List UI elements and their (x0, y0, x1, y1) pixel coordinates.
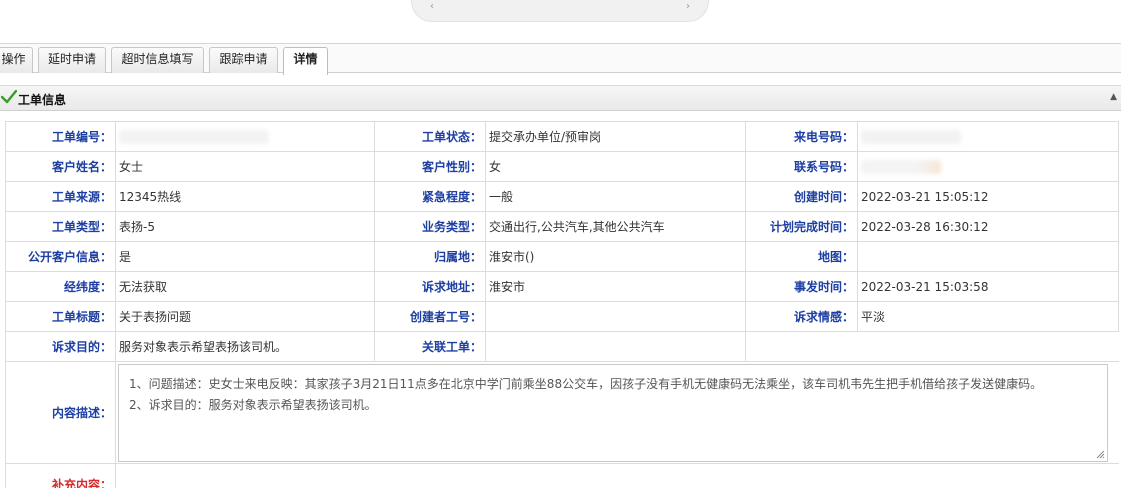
supplement-cell[interactable] (115, 463, 1119, 488)
customer-name-label: 客户姓名： (5, 151, 116, 182)
order-no-value (115, 121, 375, 152)
appeal-address-label: 诉求地址： (374, 271, 486, 302)
creator-id-label: 创建者工号： (374, 301, 486, 332)
content-label: 内容描述： (5, 361, 116, 464)
pill-left-icon: ‹ (430, 1, 434, 12)
content-cell: 1、问题描述：史女士来电反映：其家孩子3月21日11点多在北京中学门前乘坐88公… (115, 361, 1119, 464)
order-type-value: 表扬-5 (115, 211, 375, 242)
urgency-label: 紧急程度： (374, 181, 486, 212)
check-icon (0, 89, 18, 107)
content-line-2: 2、诉求目的：服务对象表示希望表扬该司机。 (129, 398, 377, 412)
created-at-value: 2022-03-21 15:05:12 (857, 181, 1119, 212)
tab-operate[interactable]: 操作 (0, 47, 33, 73)
redacted-value (861, 129, 961, 144)
tab-tracking-request[interactable]: 跟踪申请 (209, 47, 278, 73)
locality-value: 淮安市() (485, 241, 746, 272)
source-label: 工单来源： (5, 181, 116, 212)
appeal-mood-label: 诉求情感： (745, 301, 858, 332)
source-value: 12345热线 (115, 181, 375, 212)
caller-no-label: 来电号码： (745, 121, 858, 152)
empty-cell (745, 331, 1119, 362)
incident-time-value: 2022-03-21 15:03:58 (857, 271, 1119, 302)
created-at-label: 创建时间： (745, 181, 858, 212)
table-row: 工单编号： 工单状态： 提交承办单位/预审岗 来电号码： (5, 121, 1119, 152)
business-type-value: 交通出行,公共汽车,其他公共汽车 (485, 211, 746, 242)
resize-handle-icon[interactable] (1096, 450, 1105, 459)
customer-gender-label: 客户性别： (374, 151, 486, 182)
tab-details[interactable]: 详情 (283, 47, 328, 75)
redacted-value (861, 159, 941, 174)
urgency-value: 一般 (485, 181, 746, 212)
appeal-mood-value: 平淡 (857, 301, 1119, 332)
public-info-label: 公开客户信息： (5, 241, 116, 272)
order-no-label: 工单编号： (5, 121, 116, 152)
linked-order-label: 关联工单： (374, 331, 486, 362)
creator-id-value (485, 301, 746, 332)
appeal-purpose-value: 服务对象表示希望表扬该司机。 (115, 331, 375, 362)
table-row: 客户姓名： 女士 客户性别： 女 联系号码： (5, 151, 1119, 182)
table-row: 经纬度： 无法获取 诉求地址： 淮安市 事发时间： 2022-03-21 15:… (5, 271, 1119, 302)
map-value[interactable] (857, 241, 1119, 272)
planned-done-value: 2022-03-28 16:30:12 (857, 211, 1119, 242)
linked-order-value[interactable] (485, 331, 746, 362)
order-title-value: 关于表扬问题 (115, 301, 375, 332)
tab-extension-request[interactable]: 延时申请 (38, 47, 106, 73)
order-type-label: 工单类型： (5, 211, 116, 242)
tab-bar: 操作 延时申请 超时信息填写 跟踪申请 详情 (0, 43, 1121, 75)
section-title: 工单信息 (18, 93, 67, 107)
public-info-value: 是 (115, 241, 375, 272)
customer-gender-value: 女 (485, 151, 746, 182)
business-type-label: 业务类型： (374, 211, 486, 242)
content-textarea[interactable]: 1、问题描述：史女士来电反映：其家孩子3月21日11点多在北京中学门前乘坐88公… (118, 364, 1108, 462)
locality-label: 归属地： (374, 241, 486, 272)
coords-label: 经纬度： (5, 271, 116, 302)
content-line-1: 1、问题描述：史女士来电反映：其家孩子3月21日11点多在北京中学门前乘坐88公… (129, 377, 1043, 391)
order-title-label: 工单标题： (5, 301, 116, 332)
caller-no-value (857, 121, 1119, 152)
table-row: 诉求目的： 服务对象表示希望表扬该司机。 关联工单： (5, 331, 1119, 362)
contact-no-value (857, 151, 1119, 182)
table-row: 公开客户信息： 是 归属地： 淮安市() 地图： (5, 241, 1119, 272)
pill-right-icon: › (686, 1, 690, 12)
planned-done-label: 计划完成时间： (745, 211, 858, 242)
table-row: 内容描述： 1、问题描述：史女士来电反映：其家孩子3月21日11点多在北京中学门… (5, 361, 1119, 464)
table-row: 工单类型： 表扬-5 业务类型： 交通出行,公共汽车,其他公共汽车 计划完成时间… (5, 211, 1119, 242)
order-status-label: 工单状态： (374, 121, 486, 152)
contact-no-label: 联系号码： (745, 151, 858, 182)
coords-value: 无法获取 (115, 271, 375, 302)
incident-time-label: 事发时间： (745, 271, 858, 302)
table-row: 补充内容： (5, 463, 1119, 488)
order-info-table: 工单编号： 工单状态： 提交承办单位/预审岗 来电号码： 客户姓名： 女士 客户… (5, 121, 1119, 488)
map-label: 地图： (745, 241, 858, 272)
tab-timeout-info[interactable]: 超时信息填写 (111, 47, 204, 73)
table-row: 工单来源： 12345热线 紧急程度： 一般 创建时间： 2022-03-21 … (5, 181, 1119, 212)
customer-name-value: 女士 (115, 151, 375, 182)
appeal-purpose-label: 诉求目的： (5, 331, 116, 362)
appeal-address-value: 淮安市 (485, 271, 746, 302)
table-row: 工单标题： 关于表扬问题 创建者工号： 诉求情感： 平淡 (5, 301, 1119, 332)
order-status-value: 提交承办单位/预审岗 (485, 121, 746, 152)
section-header-order-info[interactable]: 工单信息 ▲ (0, 85, 1121, 111)
redacted-value (119, 129, 269, 144)
collapse-up-icon[interactable]: ▲ (1110, 92, 1117, 102)
top-search-pill[interactable]: ‹ › (411, 0, 709, 22)
supplement-label: 补充内容： (5, 463, 116, 488)
